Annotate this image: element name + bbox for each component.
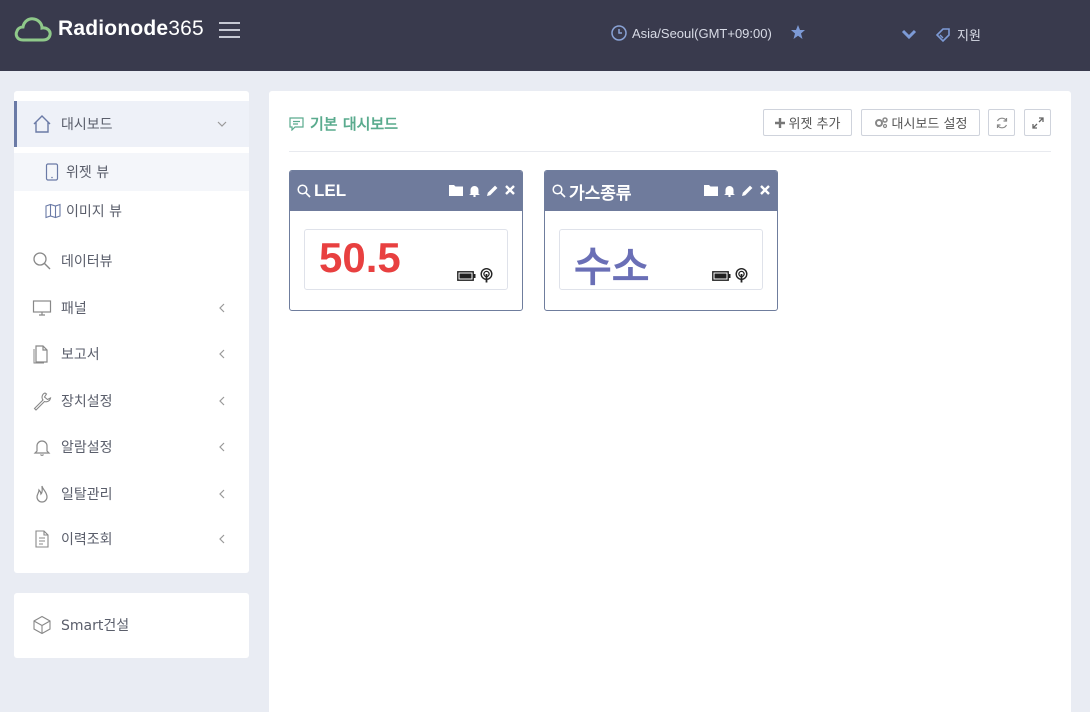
dashboard-panel: 기본 대시보드 위젯 추가 대시보드 설정 LEL 50.5 가스종류 수소	[269, 91, 1071, 712]
sidebar-item-label: 이력조회	[61, 532, 113, 548]
sidebar-extra: Smart건설	[14, 593, 249, 658]
widget-value: 수소	[574, 244, 650, 290]
sidebar-item-label: 보고서	[61, 347, 100, 363]
menu-toggle-icon[interactable]	[219, 22, 240, 39]
add-widget-button[interactable]: 위젯 추가	[763, 109, 852, 136]
divider	[289, 151, 1051, 152]
sidebar-item-alarm-settings[interactable]: 알람설정	[14, 424, 249, 470]
widget-card[interactable]: 가스종류 수소	[544, 170, 778, 311]
monitor-icon	[32, 300, 52, 316]
widget-status	[712, 268, 748, 283]
sidebar-item-label: 이미지 뷰	[66, 204, 122, 220]
plus-icon	[774, 117, 785, 128]
close-icon[interactable]	[504, 184, 516, 196]
sidebar-item-label: 데이터뷰	[61, 254, 113, 270]
sidebar: 대시보드 위젯 뷰 이미지 뷰 데이터뷰 패널 보고서 장치설정 알람설정 일탈…	[14, 91, 249, 573]
search-icon	[33, 252, 51, 270]
sidebar-item-label: 위젯 뷰	[66, 165, 110, 181]
signal-icon	[480, 268, 493, 283]
sidebar-item-data-view[interactable]: 데이터뷰	[14, 238, 249, 284]
clock-icon	[611, 25, 627, 41]
sidebar-item-label: 장치설정	[61, 394, 113, 410]
document-icon	[33, 345, 48, 364]
cloud-logo-icon	[14, 17, 52, 42]
widget-status	[457, 268, 493, 283]
bell-icon[interactable]	[723, 184, 736, 197]
pencil-icon[interactable]	[741, 184, 754, 197]
gears-icon	[874, 116, 888, 128]
sidebar-item-device-settings[interactable]: 장치설정	[14, 378, 249, 424]
bell-icon[interactable]	[468, 184, 481, 197]
page-title: 기본 대시보드	[289, 113, 398, 134]
timezone-indicator[interactable]: Asia/Seoul(GMT+09:00)	[611, 25, 772, 41]
refresh-icon	[996, 117, 1007, 128]
timezone-label: Asia/Seoul(GMT+09:00)	[632, 25, 772, 41]
chevron-left-icon	[219, 489, 225, 499]
pencil-icon[interactable]	[486, 184, 499, 197]
sidebar-item-panel[interactable]: 패널	[14, 285, 249, 331]
widget-card[interactable]: LEL 50.5	[289, 170, 523, 311]
chevron-left-icon	[219, 396, 225, 406]
expand-icon	[1031, 116, 1044, 129]
tablet-icon	[45, 163, 59, 181]
chevron-down-icon[interactable]	[901, 28, 917, 40]
widget-value-box: 수소	[559, 229, 763, 290]
file-list-icon	[35, 530, 49, 548]
folder-icon[interactable]	[449, 184, 463, 196]
battery-icon	[457, 270, 476, 281]
refresh-button[interactable]	[988, 109, 1015, 136]
widget-title: 가스종류	[569, 183, 632, 203]
widget-value-box: 50.5	[304, 229, 508, 290]
sidebar-item-label: 대시보드	[61, 117, 113, 133]
support-link[interactable]: 지원	[935, 25, 981, 44]
folder-icon[interactable]	[704, 184, 718, 196]
flame-icon	[36, 485, 48, 503]
battery-icon	[712, 270, 731, 281]
sidebar-item-deviation[interactable]: 일탈관리	[14, 471, 249, 517]
chevron-left-icon	[219, 442, 225, 452]
brand-logo[interactable]: Radionode365	[14, 16, 204, 42]
top-navbar: Radionode365 Asia/Seoul(GMT+09:00) 지원	[0, 0, 1090, 71]
close-icon[interactable]	[759, 184, 771, 196]
chevron-left-icon	[219, 303, 225, 313]
dashboard-settings-button[interactable]: 대시보드 설정	[861, 109, 980, 136]
home-icon	[33, 115, 51, 133]
widget-value: 50.5	[319, 234, 401, 281]
widget-toolbar	[449, 184, 516, 197]
wrench-icon	[33, 392, 52, 411]
support-label: 지원	[957, 29, 981, 44]
cube-icon	[33, 615, 51, 635]
map-icon	[45, 203, 61, 219]
widget-header[interactable]: 가스종류	[545, 171, 777, 211]
signal-icon	[735, 268, 748, 283]
search-icon[interactable]	[297, 184, 311, 198]
chevron-down-icon	[217, 121, 227, 127]
sidebar-item-image-view[interactable]: 이미지 뷰	[14, 192, 249, 230]
sidebar-item-widget-view[interactable]: 위젯 뷰	[14, 153, 249, 191]
search-icon[interactable]	[552, 184, 566, 198]
ticket-icon	[935, 27, 950, 42]
sidebar-item-smart-construction[interactable]: Smart건설	[14, 602, 249, 648]
chevron-left-icon	[219, 534, 225, 544]
sidebar-item-reports[interactable]: 보고서	[14, 331, 249, 377]
sidebar-item-label: 패널	[61, 301, 87, 317]
widget-title: LEL	[314, 181, 347, 200]
sidebar-item-label: 알람설정	[61, 440, 113, 456]
comment-icon	[289, 116, 304, 131]
star-icon[interactable]	[790, 24, 806, 40]
sidebar-item-history[interactable]: 이력조회	[14, 516, 249, 562]
sidebar-item-label: Smart건설	[61, 618, 130, 634]
widget-toolbar	[704, 184, 771, 197]
bell-icon	[33, 440, 51, 456]
fullscreen-button[interactable]	[1024, 109, 1051, 136]
chevron-left-icon	[219, 349, 225, 359]
sidebar-item-label: 일탈관리	[61, 487, 113, 503]
brand-name: Radionode365	[58, 17, 204, 40]
sidebar-item-dashboard[interactable]: 대시보드	[14, 101, 249, 147]
widget-header[interactable]: LEL	[290, 171, 522, 211]
